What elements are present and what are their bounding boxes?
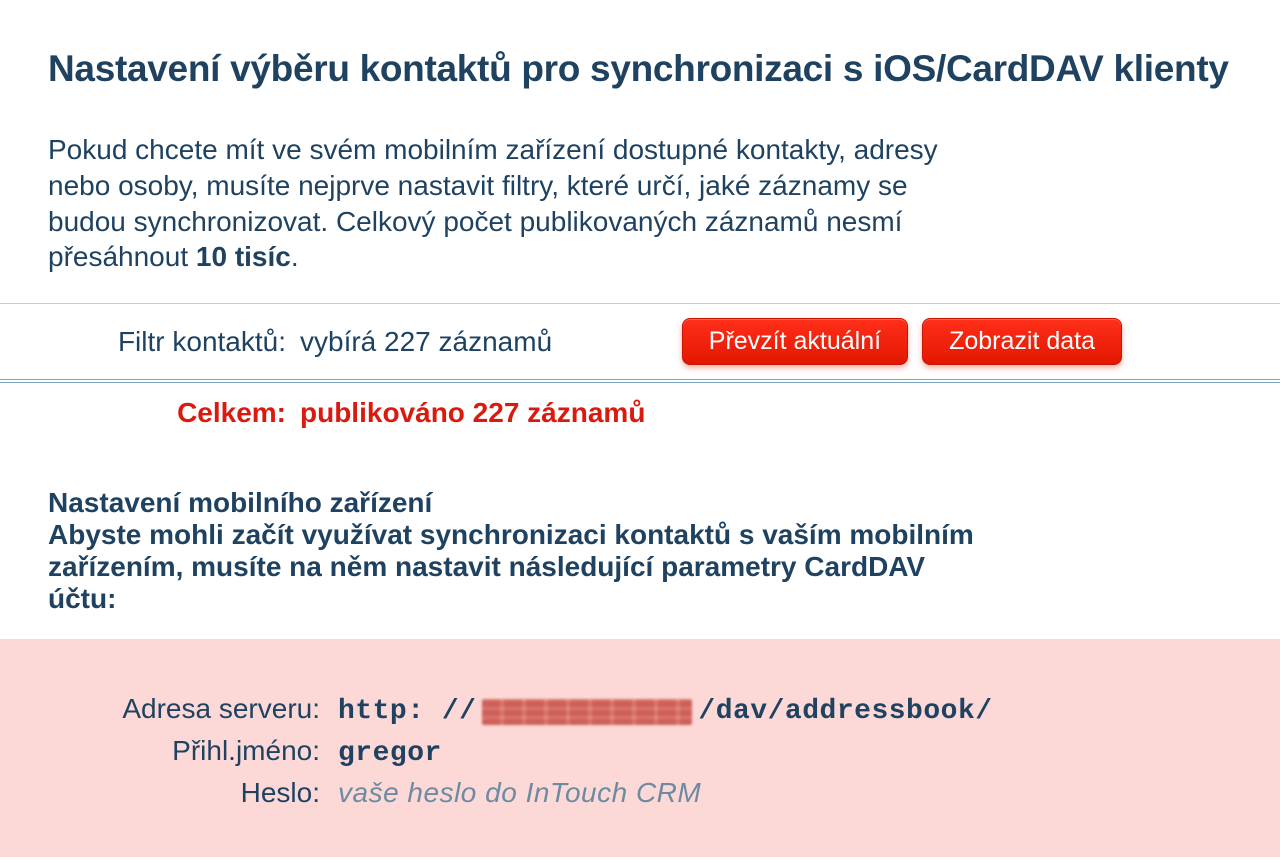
show-data-button[interactable]: Zobrazit data <box>922 318 1122 365</box>
login-value: gregor <box>338 738 442 769</box>
device-title-rest: Abyste mohli začít využívat synchronizac… <box>48 519 974 614</box>
total-label: Celkem: <box>48 397 300 429</box>
password-label: Heslo: <box>48 777 338 809</box>
total-row: Celkem: publikováno 227 záznamů <box>0 383 1280 443</box>
server-url-pre: http: // <box>338 696 476 727</box>
filter-row: Filtr kontaktů: vybírá 227 záznamů Převz… <box>0 304 1280 379</box>
device-section-title: Nastavení mobilního zařízení Abyste mohl… <box>48 487 978 615</box>
carddav-params: Adresa serveru: http: // /dav/addressboo… <box>0 639 1280 857</box>
page-title: Nastavení výběru kontaktů pro synchroniz… <box>48 48 1232 90</box>
intro-pre: Pokud chcete mít ve svém mobilním zaříze… <box>48 134 938 272</box>
intro-post: . <box>291 241 299 272</box>
password-hint: vaše heslo do InTouch CRM <box>338 777 701 809</box>
intro-bold: 10 tisíc <box>196 241 291 272</box>
filter-value: vybírá 227 záznamů <box>300 326 552 358</box>
takeover-button[interactable]: Převzít aktuální <box>682 318 908 365</box>
server-url-post: /dav/addressbook/ <box>698 696 992 727</box>
filter-label: Filtr kontaktů: <box>48 326 300 358</box>
device-title-line1: Nastavení mobilního zařízení <box>48 487 432 518</box>
server-host-redacted <box>482 699 692 725</box>
server-address-label: Adresa serveru: <box>48 693 338 725</box>
login-label: Přihl.jméno: <box>48 735 338 767</box>
intro-text: Pokud chcete mít ve svém mobilním zaříze… <box>48 132 948 275</box>
total-value: publikováno 227 záznamů <box>300 397 645 429</box>
server-address-value: http: // /dav/addressbook/ <box>338 696 993 727</box>
